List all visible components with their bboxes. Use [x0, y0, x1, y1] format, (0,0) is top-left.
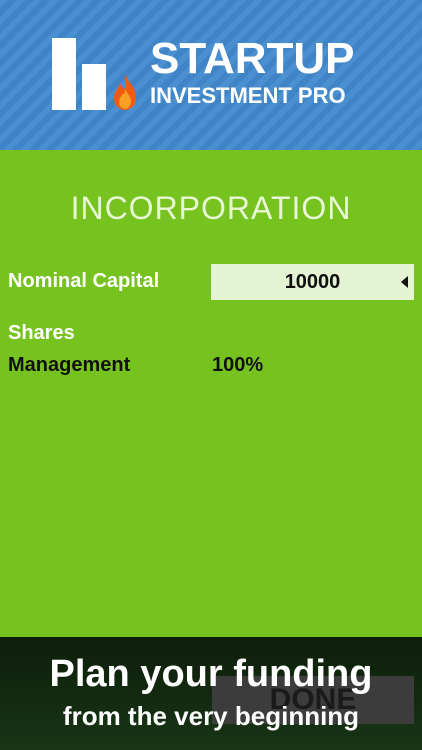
- app-header: STARTUP INVESTMENT PRO: [0, 0, 422, 150]
- logo-bar-tall: [52, 38, 76, 110]
- app-logo: [52, 38, 142, 110]
- caret-left-icon: [401, 276, 408, 288]
- page-title: INCORPORATION: [70, 190, 352, 226]
- management-share-value: 100%: [212, 354, 264, 376]
- nominal-capital-value: 10000: [284, 270, 341, 293]
- shares-label: Shares: [8, 322, 75, 344]
- logo-bar-short: [82, 64, 106, 110]
- promo-headline: Plan your funding: [49, 653, 373, 695]
- flame-icon: [114, 74, 136, 110]
- management-label: Management: [8, 354, 131, 376]
- brand-subtitle: INVESTMENT PRO: [150, 83, 346, 108]
- brand-title: STARTUP: [150, 34, 355, 83]
- nominal-capital-label: Nominal Capital: [8, 270, 160, 292]
- nominal-capital-input[interactable]: 10000: [211, 264, 414, 300]
- promo-subline: from the very beginning: [62, 701, 360, 731]
